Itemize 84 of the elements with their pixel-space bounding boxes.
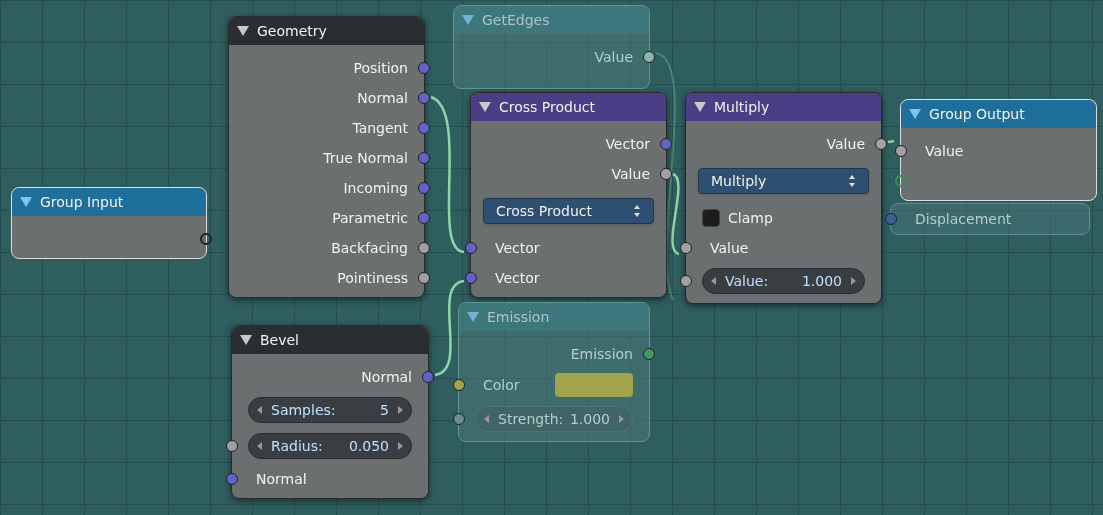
input-socket[interactable] xyxy=(895,175,907,187)
number-field[interactable]: Radius: 0.050 xyxy=(248,433,412,459)
input-socket[interactable] xyxy=(465,242,477,254)
right-arrow-icon xyxy=(397,442,403,450)
node-title: Cross Product xyxy=(499,97,595,117)
input-socket[interactable] xyxy=(895,145,907,157)
socket-label: Backfacing xyxy=(331,238,408,258)
socket-label: Pointiness xyxy=(337,268,408,288)
checkbox[interactable] xyxy=(702,209,720,227)
field-label: Samples: xyxy=(271,400,336,420)
output-socket[interactable] xyxy=(418,272,430,284)
node-title: Group Output xyxy=(929,104,1025,124)
input-socket[interactable] xyxy=(226,440,238,452)
color-swatch[interactable] xyxy=(555,373,633,397)
output-socket[interactable] xyxy=(418,242,430,254)
field-label: Radius: xyxy=(271,436,323,456)
output-socket[interactable] xyxy=(875,138,887,150)
input-socket[interactable] xyxy=(680,275,692,287)
node-title: Bevel xyxy=(260,330,299,350)
socket-label: Displacement xyxy=(915,209,1012,229)
left-arrow-icon xyxy=(257,442,263,450)
collapse-triangle-icon[interactable] xyxy=(694,102,706,112)
output-socket[interactable] xyxy=(200,233,212,245)
socket-label: Vector xyxy=(495,238,540,258)
input-socket[interactable] xyxy=(680,242,692,254)
socket-label: Value xyxy=(826,134,865,154)
input-socket[interactable] xyxy=(885,213,897,225)
input-socket[interactable] xyxy=(465,272,477,284)
node-header[interactable]: Geometry xyxy=(229,17,424,45)
socket-label: Value xyxy=(925,141,964,161)
socket-label: Incoming xyxy=(343,178,408,198)
socket-label: Emission xyxy=(570,344,633,364)
node-header[interactable]: Group Output xyxy=(901,100,1096,128)
node-title: Multiply xyxy=(714,97,770,117)
socket-label: Color xyxy=(483,375,520,395)
socket-label: Vector xyxy=(495,268,540,288)
socket-label: Value xyxy=(594,47,633,67)
dropdown-menu[interactable]: Multiply xyxy=(698,168,869,194)
updown-icon xyxy=(633,204,641,218)
node-title: GetEdges xyxy=(482,10,550,30)
dropdown-menu[interactable]: Cross Product xyxy=(483,198,654,224)
socket-label: Position xyxy=(353,58,408,78)
node-header[interactable]: Multiply xyxy=(686,93,881,121)
right-arrow-icon xyxy=(618,415,624,423)
field-value: 1.000 xyxy=(569,409,610,429)
socket-label: Value xyxy=(611,164,650,184)
field-label: Strength: xyxy=(498,409,564,429)
socket-label: Parametric xyxy=(332,208,408,228)
input-socket[interactable] xyxy=(226,473,238,485)
field-value: 5 xyxy=(380,400,389,420)
input-socket[interactable] xyxy=(453,379,465,391)
collapse-triangle-icon[interactable] xyxy=(479,102,491,112)
link-wire xyxy=(887,139,895,144)
node-header[interactable]: Bevel xyxy=(232,326,428,354)
number-field[interactable]: Samples: 5 xyxy=(248,397,412,423)
socket-label: Vector xyxy=(605,134,650,154)
collapse-triangle-icon[interactable] xyxy=(240,335,252,345)
field-value: 1.000 xyxy=(801,271,842,291)
right-arrow-icon xyxy=(850,277,856,285)
left-arrow-icon xyxy=(484,415,490,423)
node-header[interactable]: Group Input xyxy=(12,188,206,216)
checkbox-label: Clamp xyxy=(728,208,773,228)
output-socket[interactable] xyxy=(643,51,655,63)
output-socket[interactable] xyxy=(660,168,672,180)
node-header[interactable]: Cross Product xyxy=(471,93,666,121)
number-field[interactable]: Value: 1.000 xyxy=(702,268,865,294)
input-socket[interactable] xyxy=(453,413,465,425)
socket-label: Value xyxy=(710,238,749,258)
number-field[interactable]: Strength: 1.000 xyxy=(475,406,633,432)
socket-label: Normal xyxy=(256,469,307,489)
right-arrow-icon xyxy=(397,406,403,414)
socket-label: Normal xyxy=(357,88,408,108)
left-arrow-icon xyxy=(711,277,717,285)
socket-label: Normal xyxy=(361,367,412,387)
collapse-triangle-icon[interactable] xyxy=(237,26,249,36)
socket-label: Tangent xyxy=(352,118,408,138)
node-title: Geometry xyxy=(257,21,327,41)
field-label: Value: xyxy=(725,271,769,291)
field-value: 0.050 xyxy=(348,436,389,456)
node-title: Group Input xyxy=(40,192,124,212)
updown-icon xyxy=(848,174,856,188)
left-arrow-icon xyxy=(257,406,263,414)
node-title: Emission xyxy=(487,307,550,327)
socket-label: True Normal xyxy=(323,148,408,168)
